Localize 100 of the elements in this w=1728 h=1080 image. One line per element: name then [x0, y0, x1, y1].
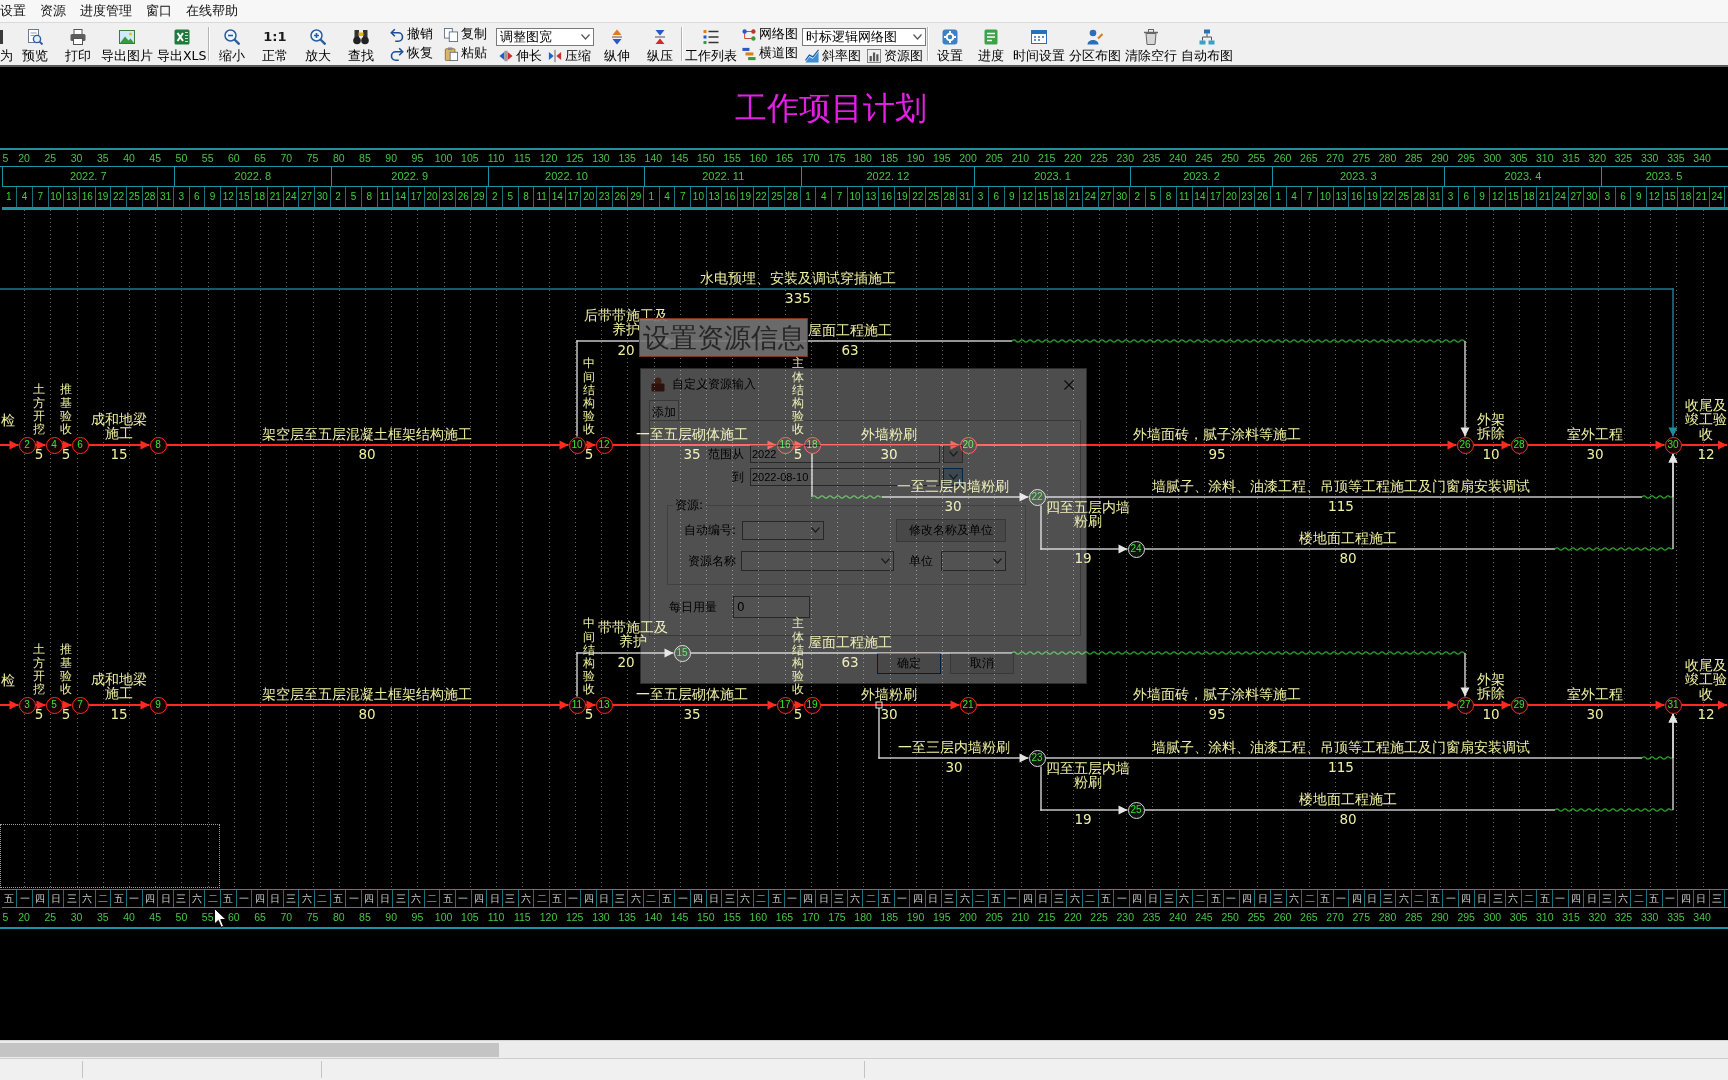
- auto-number-dropdown[interactable]: [742, 520, 824, 540]
- toolbar-button[interactable]: 打印: [56, 23, 99, 65]
- toolbar-button[interactable]: 导出图片: [99, 23, 155, 65]
- resource-name-dropdown[interactable]: [741, 551, 894, 571]
- day-count-label: 240: [1168, 911, 1187, 924]
- event-node: 10: [568, 436, 586, 454]
- day-count-label: 50: [175, 911, 188, 924]
- duration-label: 80: [1339, 812, 1357, 826]
- zoom-in-icon: [309, 29, 326, 45]
- menu-item[interactable]: 设置: [0, 0, 33, 22]
- toolbar-button[interactable]: 导出XLS: [155, 23, 209, 65]
- activity-label: 一至五层砌体施工: [636, 686, 748, 701]
- toolbar-button[interactable]: 伸长: [496, 46, 546, 66]
- toolbar-button[interactable]: 放大: [296, 23, 340, 65]
- toolbar-button[interactable]: 斜率图: [802, 46, 865, 66]
- day-count-label: 275: [1352, 151, 1371, 165]
- duration-label: 30: [880, 447, 898, 461]
- weekday-label: 四: [910, 890, 927, 907]
- calendar-dropdown-button[interactable]: [943, 445, 963, 463]
- toolbar-button[interactable]: 为: [0, 23, 13, 65]
- weekday-label: 一: [785, 890, 801, 907]
- activity-label: 墙腻子、涂料、油漆工程、吊顶等工程施工及门窗扇安装调试: [1152, 478, 1530, 493]
- day-count-label: 25: [44, 151, 57, 165]
- toolbar-button[interactable]: 纵伸: [595, 23, 639, 65]
- day-label: 10: [48, 187, 65, 207]
- weekday-label: 六: [299, 890, 315, 907]
- day-count-label: 300: [1483, 911, 1502, 924]
- event-node: 9: [149, 696, 167, 714]
- field-label: 自动编号:: [683, 521, 736, 539]
- toolbar-button[interactable]: 自动布图: [1179, 23, 1236, 65]
- day-label: 28: [785, 187, 801, 207]
- day-label: 26: [1255, 187, 1271, 207]
- view-dropdown[interactable]: 调整图宽: [496, 28, 595, 46]
- picture-icon: [119, 29, 135, 45]
- menu-item[interactable]: 资源: [33, 0, 73, 22]
- duration-label: 12: [1697, 447, 1715, 461]
- weekday-label: 五: [111, 890, 127, 907]
- toolbar-button[interactable]: 压缩: [545, 46, 595, 66]
- day-count-label: 195: [933, 151, 951, 165]
- day-count-label: 180: [854, 151, 872, 165]
- toolbar-button[interactable]: 复制: [441, 25, 491, 44]
- toolbar-button[interactable]: 清除空行: [1123, 23, 1180, 65]
- duration-label: 5: [584, 447, 594, 461]
- toolbar-button[interactable]: 资源图: [864, 46, 927, 66]
- day-count-label: 145: [670, 911, 689, 924]
- day-label: 22: [910, 187, 927, 207]
- activity-arrow: [62, 440, 72, 450]
- weekday-label: 三: [1490, 890, 1506, 907]
- day-count-label: 135: [618, 911, 636, 924]
- activity-arrow: [793, 700, 804, 710]
- activity-label: 外墙粉刷: [861, 426, 917, 441]
- activity-label: 成和地梁施工: [90, 412, 148, 441]
- event-node: 24: [1127, 540, 1145, 558]
- menu-item[interactable]: 进度管理: [73, 0, 139, 22]
- weekday-label: 一: [456, 890, 472, 907]
- day-label: 7: [32, 187, 49, 207]
- toolbar-button[interactable]: 粘贴: [441, 44, 491, 63]
- day-count-label: 295: [1457, 151, 1475, 165]
- toolbar-button[interactable]: 撤销: [387, 25, 437, 44]
- weekday-label: 五: [440, 890, 456, 907]
- weekday-label: 六: [189, 890, 206, 907]
- activity-label: 推基验收: [60, 643, 72, 697]
- day-label: 2: [487, 187, 503, 207]
- weekday-label: 五: [1317, 890, 1334, 907]
- event-node: 31: [1664, 696, 1682, 714]
- day-label: 10: [691, 187, 707, 207]
- activity-label: 楼地面工程施工: [1299, 791, 1397, 806]
- menu-item[interactable]: 在线帮助: [179, 0, 245, 22]
- scrollbar-thumb[interactable]: [0, 1042, 499, 1057]
- weekday-label: 四: [691, 890, 707, 907]
- toolbar-button[interactable]: 网络图: [739, 25, 802, 44]
- weekday-label: 六: [738, 890, 754, 907]
- zoom-out-icon: [223, 29, 240, 45]
- toolbar-button[interactable]: 横道图: [739, 44, 802, 63]
- activity-label: 土方开挖: [33, 383, 45, 437]
- weekday-label: 二: [534, 890, 550, 907]
- day-count-label: 290: [1431, 911, 1449, 924]
- toolbar-button[interactable]: 进度: [970, 23, 1012, 65]
- weekday-label: 一: [346, 890, 362, 907]
- toolbar-button[interactable]: 预览: [13, 23, 56, 65]
- event-node: 18: [803, 436, 821, 454]
- toolbar-button[interactable]: 纵压: [638, 23, 682, 65]
- day-label: 8: [518, 187, 535, 207]
- toolbar-button[interactable]: 1:1 正常: [253, 23, 297, 65]
- toolbar-button[interactable]: 工作列表: [683, 23, 740, 65]
- weekday-label: 五: [1537, 890, 1553, 907]
- toolbar-button[interactable]: 查找: [339, 23, 383, 65]
- toolbar-button[interactable]: 时间设置: [1011, 23, 1068, 65]
- menu-item[interactable]: 窗口: [139, 0, 179, 22]
- unit-dropdown[interactable]: [941, 551, 1006, 571]
- toolbar-button[interactable]: 缩小: [210, 23, 254, 65]
- toolbar-button[interactable]: 设置: [929, 23, 971, 65]
- view-dropdown[interactable]: 时标逻辑网络图: [802, 28, 927, 46]
- day-label: 24: [1082, 187, 1099, 207]
- day-label: 11: [1176, 187, 1193, 207]
- toolbar-button[interactable]: 恢复: [387, 44, 437, 63]
- toolbar-button[interactable]: 分区布图: [1067, 23, 1124, 65]
- event-node: 6: [71, 436, 89, 454]
- horizontal-scrollbar[interactable]: [0, 1040, 1728, 1058]
- day-count-label: 75: [306, 151, 319, 165]
